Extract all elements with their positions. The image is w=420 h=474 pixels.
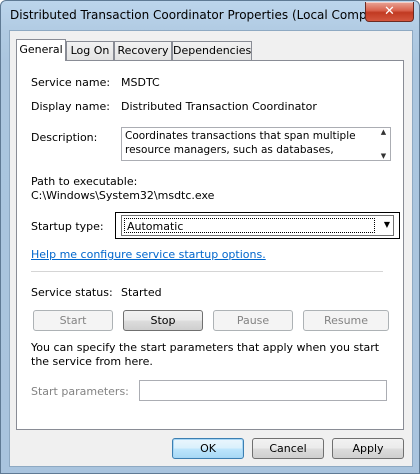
path-label: Path to executable: [31,175,138,188]
service-status-label: Service status: [31,286,113,299]
description-label: Description: [31,131,98,144]
start-params-input[interactable] [139,380,387,401]
separator [31,271,383,273]
display-name-label: Display name: [31,100,110,113]
startup-type-select[interactable]: Automatic ▼ [121,215,394,236]
tab-recovery[interactable]: Recovery [114,41,172,60]
scroll-up-icon[interactable]: ▲ [381,128,386,136]
description-box[interactable]: Coordinates transactions that span multi… [121,127,391,161]
scroll-down-icon[interactable]: ▼ [381,152,386,160]
description-scrollbar[interactable]: ▲ ▼ [377,128,390,160]
startup-type-value: Automatic [124,218,375,233]
start-params-label: Start parameters: [31,385,129,398]
service-name-value: MSDTC [121,76,160,89]
window-title: Distributed Transaction Coordinator Prop… [10,8,396,22]
tab-dependencies[interactable]: Dependencies [172,41,252,60]
stop-button[interactable]: Stop [123,310,203,331]
tab-general[interactable]: General [16,39,66,61]
chevron-down-icon[interactable]: ▼ [384,220,390,229]
display-name-value: Distributed Transaction Coordinator [121,100,317,113]
cancel-button[interactable]: Cancel [252,438,324,459]
ok-button[interactable]: OK [172,438,244,459]
close-icon: ✕ [384,4,395,19]
service-name-label: Service name: [31,76,111,89]
apply-button[interactable]: Apply [332,438,404,459]
path-value: C:\Windows\System32\msdtc.exe [31,189,215,202]
properties-window: Distributed Transaction Coordinator Prop… [0,0,420,474]
startup-type-label: Startup type: [31,220,104,233]
start-params-info: You can specify the start parameters tha… [31,341,380,368]
pause-button[interactable]: Pause [213,310,293,331]
resume-button[interactable]: Resume [303,310,389,331]
service-status-value: Started [121,286,162,299]
help-configure-link[interactable]: Help me configure service startup option… [31,248,266,261]
dialog-client-area: General Log On Recovery Dependencies Ser… [9,30,413,467]
close-button[interactable]: ✕ [365,2,414,22]
tab-log-on[interactable]: Log On [66,41,114,60]
description-text: Coordinates transactions that span multi… [125,130,356,159]
general-panel: Service name: MSDTC Display name: Distri… [16,60,404,430]
start-button[interactable]: Start [33,310,113,331]
